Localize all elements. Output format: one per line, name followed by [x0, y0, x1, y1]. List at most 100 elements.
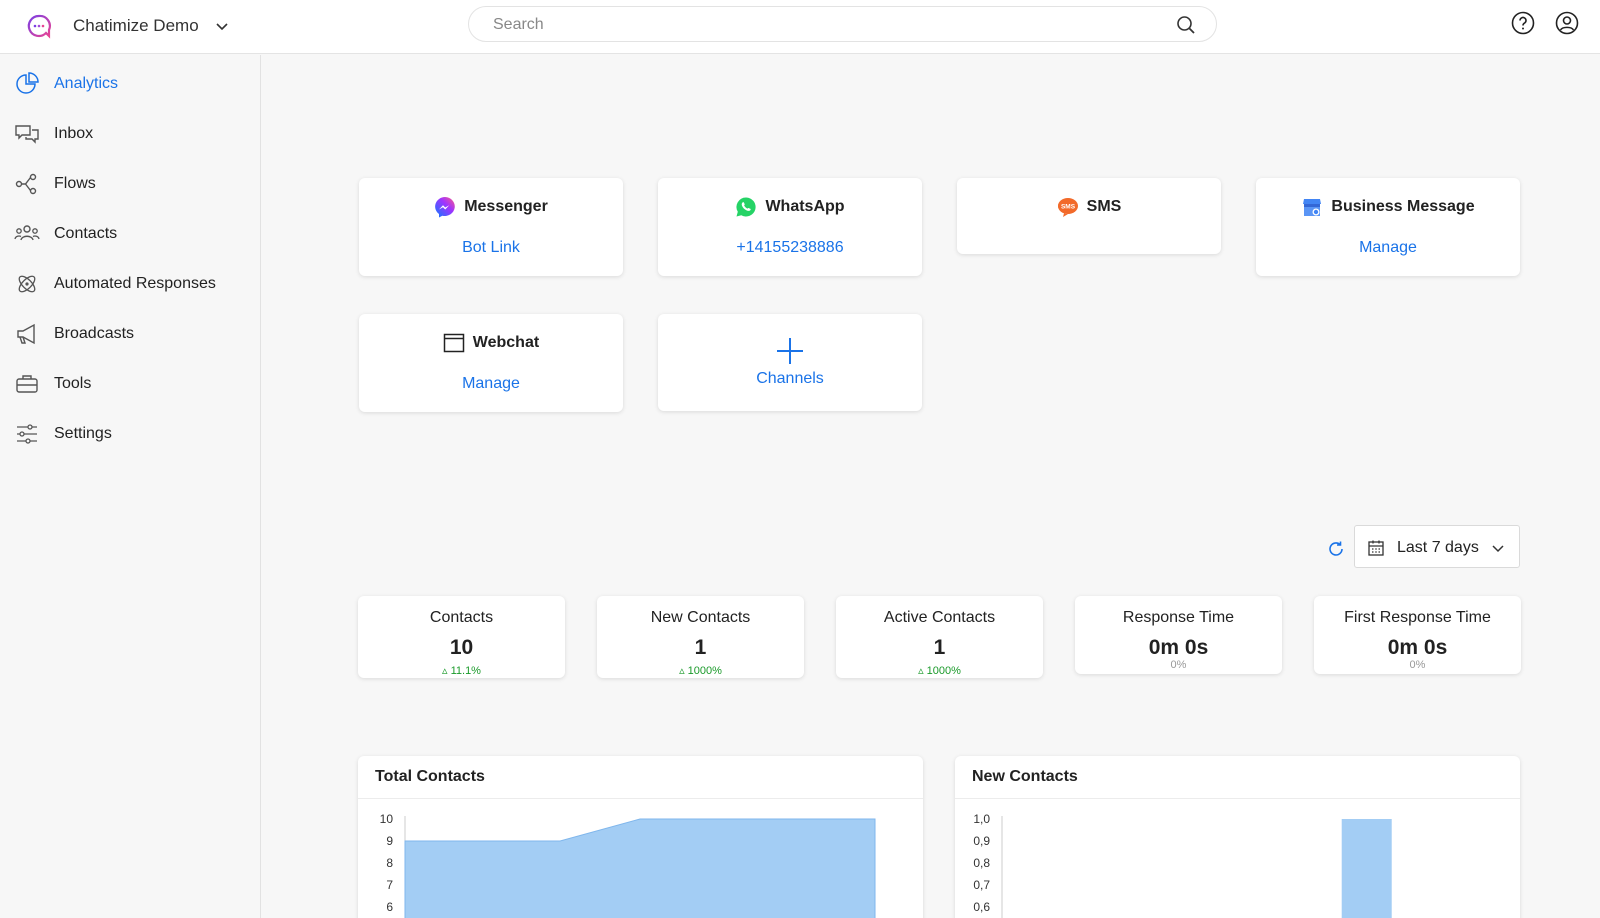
- stat-card-contacts: Contacts 10 ▵ 11.1%: [358, 596, 565, 678]
- sms-icon: SMS: [1057, 198, 1078, 217]
- stat-card-active-contacts: Active Contacts 1 ▵ 1000%: [836, 596, 1043, 678]
- plus-icon: [777, 338, 803, 364]
- workspace-name: Chatimize Demo: [73, 16, 199, 35]
- sidebar-item-label: Automated Responses: [54, 275, 216, 292]
- analytics-icon: [16, 72, 39, 94]
- sidebar-item-settings[interactable]: Settings: [14, 419, 254, 449]
- channel-title: Messenger: [359, 196, 623, 218]
- sidebar-item-analytics[interactable]: Analytics: [14, 69, 254, 99]
- total-contacts-chart: 10 9 8 7 6: [380, 812, 876, 918]
- stat-value: 10: [449, 636, 474, 659]
- webchat-manage-link[interactable]: Manage: [359, 375, 623, 393]
- stat-change: ▵ 1000%: [597, 664, 804, 677]
- channel-title: Webchat: [359, 332, 623, 354]
- whatsapp-number-link[interactable]: +14155238886: [658, 239, 922, 257]
- sidebar-item-automated-responses[interactable]: Automated Responses: [14, 269, 254, 299]
- stat-value: 0m 0s: [1387, 636, 1448, 659]
- sidebar-item-label: Tools: [54, 375, 92, 392]
- y-tick-label: 8: [386, 856, 393, 870]
- chevron-down-icon: [216, 23, 228, 31]
- search-bar: [468, 6, 1217, 42]
- user-account-icon[interactable]: [1555, 11, 1579, 35]
- stat-change-value: 11.1%: [450, 665, 481, 677]
- stat-value: 0m 0s: [1148, 636, 1209, 659]
- channel-title: SMS SMS: [957, 196, 1221, 218]
- inbox-icon: [15, 125, 39, 144]
- y-tick-label: 6: [386, 900, 393, 914]
- sidebar-item-broadcasts[interactable]: Broadcasts: [14, 319, 254, 349]
- sliders-icon: [17, 424, 37, 444]
- chevron-down-icon: [1492, 545, 1504, 553]
- stat-change-value: 1000%: [687, 665, 722, 677]
- sidebar-item-inbox[interactable]: Inbox: [14, 119, 254, 149]
- channel-card-messenger: Messenger Bot Link: [359, 178, 623, 276]
- svg-text:SMS: SMS: [1061, 204, 1076, 211]
- channel-name: Webchat: [472, 334, 540, 351]
- channel-title: WhatsApp: [658, 196, 922, 218]
- megaphone-icon: [17, 323, 35, 345]
- sidebar-item-flows[interactable]: Flows: [14, 169, 254, 199]
- trend-up-icon: ▵: [442, 665, 451, 677]
- bot-link[interactable]: Bot Link: [359, 239, 623, 257]
- channel-name: WhatsApp: [765, 198, 845, 215]
- sidebar-item-label: Settings: [54, 425, 112, 442]
- new-contacts-chart: 1,0 0,9 0,8 0,7 0,6: [973, 812, 1392, 918]
- chart-title: Total Contacts: [375, 768, 485, 785]
- whatsapp-icon: [736, 197, 757, 217]
- y-tick-label: 1,0: [973, 812, 990, 826]
- stat-change: ▵ 11.1%: [358, 664, 565, 677]
- stat-title: New Contacts: [650, 609, 751, 626]
- area-series: [404, 818, 876, 918]
- stat-change: ▵ 1000%: [836, 664, 1043, 677]
- add-channel-label: Channels: [756, 370, 824, 387]
- trend-up-icon: ▵: [679, 665, 688, 677]
- date-range-value: Last 7 days: [1397, 539, 1479, 556]
- flows-icon: [15, 173, 37, 195]
- sidebar: Analytics Inbox Flows Contacts Automated…: [0, 55, 261, 918]
- channel-card-whatsapp: WhatsApp +14155238886: [658, 178, 922, 276]
- stat-title: Response Time: [1122, 609, 1235, 626]
- sidebar-item-label: Broadcasts: [54, 325, 135, 342]
- sidebar-item-label: Flows: [54, 175, 96, 192]
- sidebar-item-label: Inbox: [54, 125, 94, 142]
- search-input[interactable]: [493, 15, 1133, 35]
- stat-card-response-time: Response Time 0m 0s 0%: [1075, 596, 1282, 674]
- y-tick-label: 0,6: [973, 900, 990, 914]
- stat-card-first-response-time: First Response Time 0m 0s 0%: [1314, 596, 1521, 674]
- stat-card-new-contacts: New Contacts 1 ▵ 1000%: [597, 596, 804, 678]
- refresh-icon[interactable]: [1327, 540, 1345, 558]
- sidebar-item-label: Analytics: [54, 75, 119, 92]
- sidebar-item-contacts[interactable]: Contacts: [14, 219, 254, 249]
- calendar-icon: [1368, 540, 1384, 556]
- channel-title: Business Message: [1256, 196, 1520, 218]
- y-tick-label: 0,8: [973, 856, 990, 870]
- date-range-select[interactable]: Last 7 days: [1354, 525, 1520, 568]
- stat-value: 1: [694, 636, 707, 659]
- workspace-switcher[interactable]: Chatimize Demo: [26, 10, 229, 42]
- top-header: Chatimize Demo: [0, 0, 1600, 54]
- stat-change: 0%: [1170, 659, 1187, 671]
- search-icon[interactable]: [1176, 15, 1196, 35]
- stat-change: 0%: [1409, 659, 1426, 671]
- channel-card-sms[interactable]: SMS SMS: [957, 178, 1221, 254]
- y-tick-label: 7: [386, 878, 393, 892]
- y-tick-label: 9: [386, 834, 393, 848]
- stat-title: Active Contacts: [883, 609, 996, 626]
- sidebar-item-tools[interactable]: Tools: [14, 369, 254, 399]
- chart-card-new-contacts: New Contacts 1,0 0,9 0,8 0,7 0,6: [955, 756, 1520, 918]
- channel-name: Messenger: [464, 198, 548, 215]
- channel-name: Business Message: [1331, 198, 1475, 215]
- business-message-manage-link[interactable]: Manage: [1256, 239, 1520, 257]
- y-tick-label: 0,7: [973, 878, 990, 892]
- y-tick-label: 10: [380, 812, 394, 826]
- business-message-icon: [1303, 199, 1322, 216]
- contacts-icon: [14, 225, 40, 241]
- channel-card-webchat: Webchat Manage: [359, 314, 623, 412]
- add-channel-button[interactable]: Channels: [658, 314, 922, 411]
- trend-up-icon: ▵: [918, 665, 927, 677]
- stat-change-value: 1000%: [926, 665, 961, 677]
- webchat-icon: [443, 333, 465, 353]
- chatimize-logo-icon: [27, 14, 51, 39]
- chart-title: New Contacts: [972, 768, 1078, 785]
- help-icon[interactable]: [1511, 11, 1535, 35]
